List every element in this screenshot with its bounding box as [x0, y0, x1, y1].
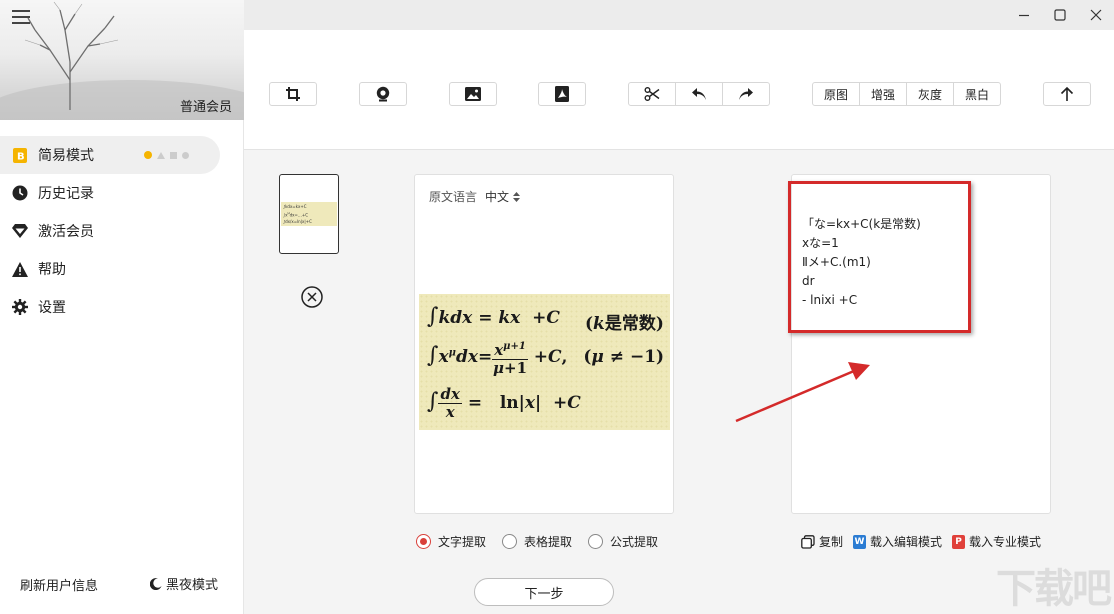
redo-button[interactable] [723, 83, 769, 105]
load-pro-mode-button[interactable]: P 载入专业模式 [952, 533, 1041, 550]
sidebar-item-label: 历史记录 [38, 186, 94, 202]
load-pro-mode-label: 载入专业模式 [969, 535, 1042, 549]
member-label: 普通会员 [179, 100, 232, 115]
formula-line-2: ∫xμdx= xμ+1 μ+1 +C, (μ ≠ −1) [427, 338, 664, 377]
source-image-panel: 原文语言 中文 ∫kdx = kx +C (k是常数) ∫xμdx= xμ+1 μ+1… [414, 174, 674, 514]
formula-image: ∫kdx = kx +C (k是常数) ∫xμdx= xμ+1 μ+1 +C, (μ … [419, 294, 670, 430]
sidebar-item-settings[interactable]: 设置 [0, 288, 244, 326]
sidebar-item-label: 简易模式 [38, 148, 94, 164]
night-mode-toggle[interactable]: 黑夜模式 [150, 574, 218, 593]
sidebar-item-history[interactable]: 历史记录 [0, 174, 244, 212]
sidebar-item-activate[interactable]: 激活会员 [0, 212, 244, 250]
moon-icon [150, 577, 162, 590]
ocr-line: Ⅱメ+C.(m1) [802, 255, 871, 269]
ocr-line: - lnixi +C [802, 293, 858, 307]
sidebar-item-label: 激活会员 [38, 224, 94, 240]
warning-icon [12, 261, 28, 277]
mode-indicator [144, 151, 189, 159]
radio-text-extract[interactable]: 文字提取 [416, 533, 486, 550]
mode-original-button[interactable]: 原图 [813, 83, 860, 105]
radio-circle [416, 534, 431, 549]
mode-grayscale-button[interactable]: 灰度 [907, 83, 954, 105]
workspace: ∫kdx=kx+C ∫xμdx=…+C ∫dx/x=ln|x|+C 原文语言 中文 … [244, 151, 1114, 614]
arrow-up-icon [1060, 86, 1074, 101]
sidebar-nav: B 简易模式 历史记录 激活会员 帮助 设置 [0, 136, 244, 326]
radio-formula-extract[interactable]: 公式提取 [588, 533, 658, 550]
result-panel: 「な=kx+C(k是常数) xな=1 Ⅱメ+C.(m1) dr - lnixi +C [791, 174, 1051, 514]
crop-button[interactable] [269, 82, 317, 106]
mode-enhance-button[interactable]: 增强 [860, 83, 907, 105]
image-mode-group: 原图 增强 灰度 黑白 [812, 82, 1001, 106]
copy-button[interactable]: 复制 [801, 533, 843, 550]
mode-blackwhite-button[interactable]: 黑白 [954, 83, 1000, 105]
svg-text:B: B [17, 151, 25, 162]
radio-label: 表格提取 [524, 535, 573, 549]
image-icon [465, 87, 481, 101]
source-language-row: 原文语言 中文 [429, 188, 521, 205]
source-language-label: 原文语言 [429, 190, 478, 204]
redo-icon [739, 88, 753, 100]
radio-circle [588, 534, 604, 549]
sidebar-item-easy-mode[interactable]: B 简易模式 [0, 136, 220, 174]
sidebar: 普通会员 B 简易模式 历史记录 激活会员 帮助 设置 刷新用户信息 黑夜模式 [0, 0, 244, 614]
pdf-icon [555, 86, 569, 102]
formula-line-3: ∫ dx x = ln|x| +C [427, 385, 581, 421]
profile-banner: 普通会员 [0, 0, 244, 120]
sidebar-footer: 刷新用户信息 黑夜模式 [0, 572, 244, 596]
ocr-line: xな=1 [802, 236, 839, 250]
clock-icon [12, 185, 28, 201]
page-thumbnail[interactable]: ∫kdx=kx+C ∫xμdx=…+C ∫dx/x=ln|x|+C [279, 174, 339, 254]
scissors-icon [644, 87, 660, 101]
camera-button[interactable] [359, 82, 407, 106]
next-step-button[interactable]: 下一步 [474, 578, 614, 606]
minimize-icon[interactable] [1016, 7, 1032, 23]
pdf-badge-icon: P [952, 534, 966, 549]
b-badge-icon: B [12, 147, 28, 163]
sort-caret-icon [513, 191, 521, 202]
cut-button[interactable] [629, 83, 676, 105]
word-icon: W [853, 534, 867, 549]
source-language-select[interactable]: 中文 [485, 188, 521, 205]
remove-page-icon[interactable] [301, 286, 323, 308]
ocr-result-text[interactable]: 「な=kx+C(k是常数) xな=1 Ⅱメ+C.(m1) dr - lnixi +C [802, 215, 921, 310]
radio-label: 文字提取 [438, 535, 487, 549]
copy-label: 复制 [819, 535, 844, 549]
crop-icon [286, 87, 300, 101]
refresh-user-info-link[interactable]: 刷新用户信息 [20, 575, 98, 594]
webcam-icon [376, 86, 390, 102]
ocr-line: 「な=kx+C(k是常数) [802, 217, 921, 231]
diamond-icon [12, 223, 28, 239]
undo-icon [692, 88, 706, 100]
night-mode-label: 黑夜模式 [166, 578, 219, 593]
radio-label: 公式提取 [610, 535, 659, 549]
source-language-value: 中文 [485, 190, 510, 204]
ocr-line: dr [802, 274, 815, 288]
gear-icon [12, 299, 28, 315]
formula-line-1: ∫kdx = kx +C (k是常数) [427, 304, 664, 334]
close-icon[interactable] [1088, 7, 1104, 23]
sidebar-item-label: 帮助 [38, 262, 66, 278]
sidebar-item-label: 设置 [38, 300, 66, 316]
toolbar: 原图 增强 灰度 黑白 [244, 30, 1114, 150]
load-edit-mode-button[interactable]: W 载入编辑模式 [853, 533, 942, 550]
sidebar-item-help[interactable]: 帮助 [0, 250, 244, 288]
maximize-icon[interactable] [1052, 7, 1068, 23]
radio-table-extract[interactable]: 表格提取 [502, 533, 572, 550]
extract-mode-radios: 文字提取 表格提取 公式提取 [416, 533, 658, 550]
open-image-button[interactable] [449, 82, 497, 106]
undo-button[interactable] [676, 83, 723, 105]
menu-icon[interactable] [12, 10, 30, 24]
export-button[interactable] [1043, 82, 1091, 106]
edit-actions-group [628, 82, 770, 106]
thumbnail-image: ∫kdx=kx+C ∫xμdx=…+C ∫dx/x=ln|x|+C [281, 202, 337, 226]
watermark-logo: 下载吧 [996, 566, 1112, 612]
load-edit-mode-label: 载入编辑模式 [870, 535, 943, 549]
copy-icon [801, 534, 815, 549]
title-bar [244, 0, 1114, 30]
result-actions: 复制 W 载入编辑模式 P 载入专业模式 [801, 533, 1041, 550]
radio-circle [502, 534, 518, 549]
open-pdf-button[interactable] [538, 82, 586, 106]
